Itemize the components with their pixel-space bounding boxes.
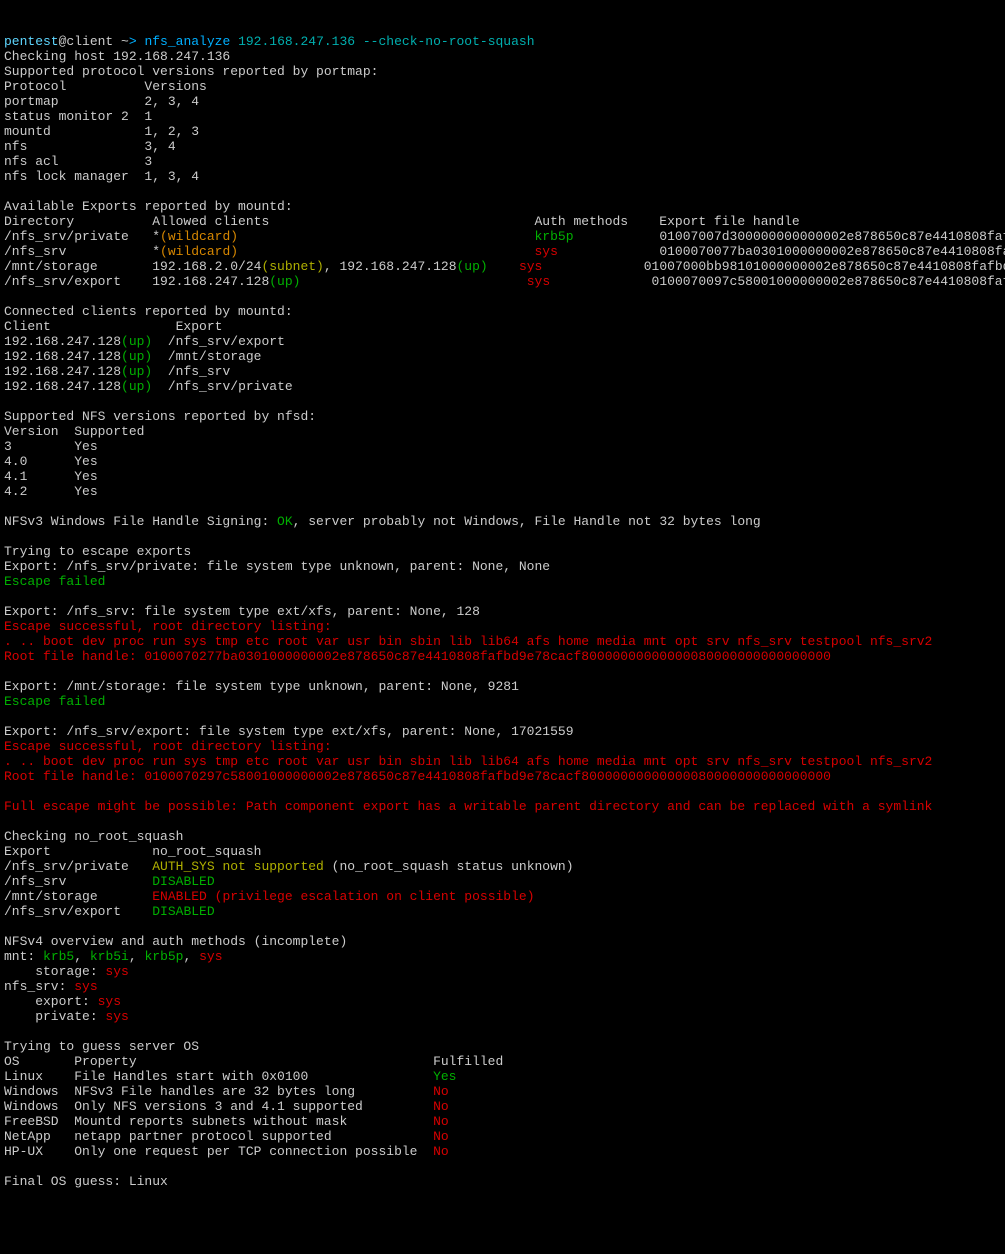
terminal-output: pentest@client ~> nfs_analyze 192.168.24…: [4, 34, 1001, 1189]
